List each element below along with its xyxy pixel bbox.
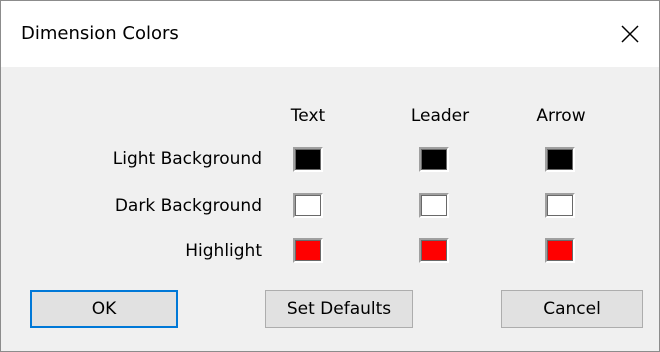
swatch-highlight-text[interactable]	[293, 238, 323, 263]
set-defaults-button[interactable]: Set Defaults	[265, 290, 413, 328]
swatch-fill	[548, 241, 572, 260]
title-bar: Dimension Colors	[1, 1, 659, 67]
ok-button[interactable]: OK	[30, 290, 178, 328]
swatch-light-background-arrow[interactable]	[545, 147, 575, 172]
row-label-dark-background: Dark Background	[114, 196, 262, 216]
close-icon	[621, 25, 639, 43]
swatch-light-background-text[interactable]	[293, 147, 323, 172]
swatch-fill	[422, 150, 446, 169]
swatch-highlight-leader[interactable]	[419, 238, 449, 263]
row-label-highlight: Highlight	[185, 241, 262, 261]
swatch-highlight-arrow[interactable]	[545, 238, 575, 263]
swatch-light-background-leader[interactable]	[419, 147, 449, 172]
dimension-colors-dialog: Dimension Colors Text Leader Arrow Light…	[0, 0, 660, 352]
row-label-light-background: Light Background	[112, 149, 262, 169]
swatch-fill	[422, 196, 446, 215]
column-header-text: Text	[290, 106, 326, 126]
swatch-fill	[548, 196, 572, 215]
column-header-arrow: Arrow	[536, 106, 586, 126]
cancel-button[interactable]: Cancel	[501, 290, 643, 328]
swatch-dark-background-arrow[interactable]	[545, 193, 575, 218]
swatch-dark-background-text[interactable]	[293, 193, 323, 218]
swatch-fill	[296, 241, 320, 260]
dialog-title: Dimension Colors	[21, 23, 179, 44]
swatch-fill	[296, 196, 320, 215]
swatch-fill	[422, 241, 446, 260]
close-button[interactable]	[601, 1, 659, 67]
column-header-leader: Leader	[410, 106, 470, 126]
swatch-fill	[296, 150, 320, 169]
swatch-fill	[548, 150, 572, 169]
swatch-dark-background-leader[interactable]	[419, 193, 449, 218]
